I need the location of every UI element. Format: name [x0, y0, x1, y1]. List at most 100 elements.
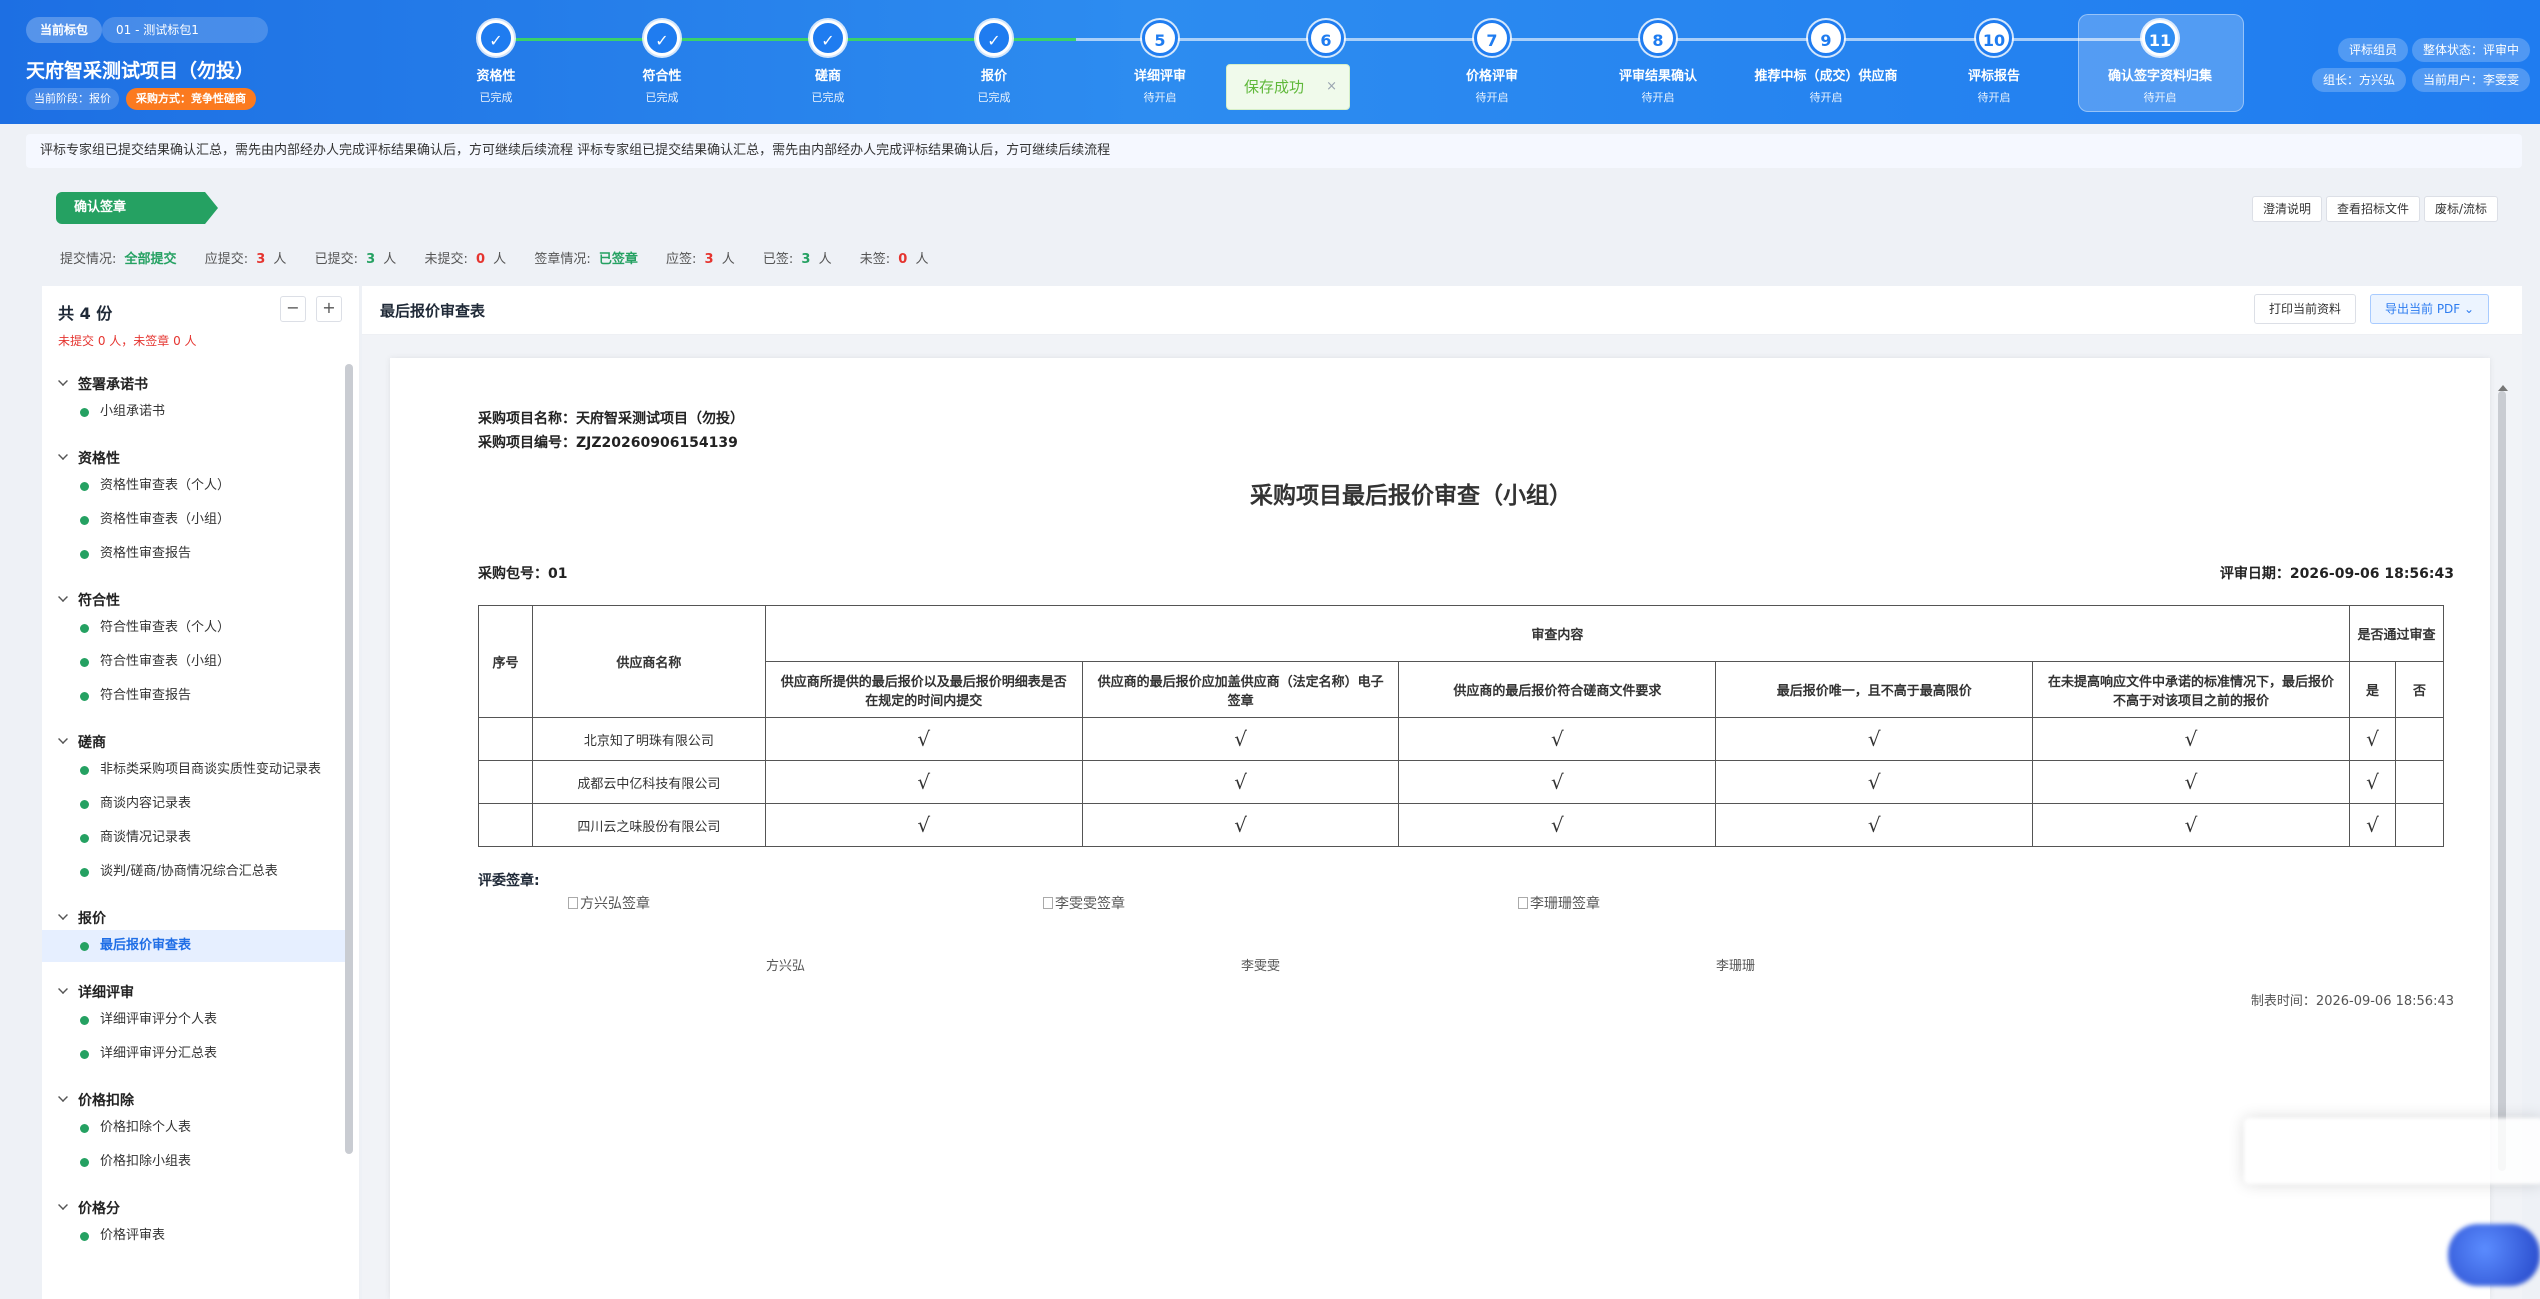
sidebar-item-label: 详细评审评分个人表 [100, 1012, 218, 1027]
step-3[interactable]: ✓ 磋商 已完成 [753, 20, 903, 105]
sidebar-group[interactable]: 资格性 [58, 448, 120, 468]
sidebar-group[interactable]: 报价 [58, 908, 106, 928]
sidebar-item[interactable]: 资格性审查报告 [42, 538, 346, 570]
pass-yes-header: 是 [2348, 661, 2396, 718]
sidebar-item[interactable]: 符合性审查报告 [42, 680, 346, 712]
assistant-ball-icon[interactable] [2448, 1224, 2540, 1286]
stat-label: 已签: [762, 252, 794, 267]
sidebar-group[interactable]: 符合性 [58, 590, 120, 610]
sidebar-item-label: 详细评审评分汇总表 [100, 1046, 218, 1061]
signature-alt: 李雯雯签章 [1055, 896, 1125, 912]
clarify-button[interactable]: 澄清说明 [2252, 196, 2323, 222]
supplier-name: 成都云中亿科技有限公司 [531, 760, 766, 804]
sidebar-item[interactable]: 商谈情况记录表 [42, 822, 346, 854]
table-row: 四川云之味股份有限公司 √ √ √ √ √ √ [478, 803, 2445, 847]
step-2[interactable]: ✓ 符合性 已完成 [587, 20, 737, 105]
toast-message: 保存成功 [1244, 78, 1305, 96]
broken-image-icon [1518, 897, 1528, 909]
step-8[interactable]: 8 评审结果确认 待开启 [1583, 20, 1733, 105]
step-label: 评标报告 [1967, 69, 2020, 84]
sidebar-item[interactable]: 商谈内容记录表 [42, 788, 346, 820]
stat-value: 0 [475, 252, 486, 267]
review-table: 序号 供应商名称 审查内容 是否通过审查 供应商所提供的最后报价以及最后报价明细… [478, 605, 2445, 847]
step-11[interactable]: 11 确认签字资料归集 待开启 [2085, 20, 2235, 105]
col-header-pass: 是否通过审查 [2348, 605, 2445, 662]
sidebar-item-label: 价格扣除个人表 [100, 1120, 192, 1135]
sidebar-item[interactable]: 价格扣除个人表 [42, 1112, 346, 1144]
chevron-down-icon [58, 1200, 68, 1210]
stat-value: 3 [801, 252, 811, 267]
sidebar-group[interactable]: 详细评审 [58, 982, 134, 1002]
overall-status-badge: 整体状态：评审中 [2412, 38, 2531, 62]
sidebar-item[interactable]: 详细评审评分汇总表 [42, 1038, 346, 1070]
sidebar-item[interactable]: 谈判/磋商/协商情况综合汇总表 [42, 856, 346, 888]
sidebar-group[interactable]: 签署承诺书 [58, 374, 148, 394]
step-6[interactable]: 6 [1251, 20, 1401, 65]
step-9[interactable]: 9 推荐中标（成交）供应商 待开启 [1751, 20, 1901, 105]
document-sidebar: 共 4 份 未提交 0 人，未签章 0 人 − + 签署承诺书 小组承诺书 资格性资… [42, 286, 360, 1299]
print-button[interactable]: 打印当前资料 [2254, 294, 2357, 324]
check-mark: √ [2032, 760, 2350, 804]
made-time: 制表时间：2026-09-06 18:56:43 [2250, 994, 2454, 1009]
step-circle: ✓ [478, 20, 514, 56]
check-mark: √ [1715, 760, 2034, 804]
step-4[interactable]: ✓ 报价 已完成 [919, 20, 1069, 105]
close-icon[interactable]: × [1326, 65, 1337, 109]
sidebar-item[interactable]: 符合性审查表（个人） [42, 612, 346, 644]
stat-value: 3 [256, 252, 266, 267]
sidebar-item-label: 价格评审表 [100, 1228, 166, 1243]
status-dot-icon [80, 516, 89, 525]
step-5[interactable]: 5 详细评审 待开启 [1085, 20, 1235, 105]
step-status: 待开启 [1809, 91, 1843, 104]
step-status: 已完成 [479, 91, 513, 104]
step-label: 评审结果确认 [1618, 69, 1697, 84]
document-scrollbar[interactable] [2498, 391, 2506, 1171]
check-mark: √ [1081, 717, 1400, 761]
scroll-up-icon[interactable] [2498, 385, 2508, 391]
sidebar-item[interactable]: 资格性审查表（小组） [42, 504, 346, 536]
pass-no-header: 否 [2394, 661, 2445, 718]
sidebar-scrollbar[interactable] [345, 364, 353, 1154]
sidebar-group-label: 价格分 [78, 1201, 120, 1217]
check-mark: √ [764, 760, 1083, 804]
sidebar-group[interactable]: 价格分 [58, 1198, 120, 1218]
step-circle: 7 [1474, 20, 1510, 56]
expand-all-button[interactable]: + [316, 296, 342, 322]
step-10[interactable]: 10 评标报告 待开启 [1919, 20, 2069, 105]
sidebar-item[interactable]: 价格评审表 [42, 1220, 346, 1252]
sidebar-item[interactable]: 资格性审查表（个人） [42, 470, 346, 502]
sidebar-item[interactable]: 价格扣除小组表 [42, 1146, 346, 1178]
status-dot-icon [80, 482, 89, 491]
sidebar-group[interactable]: 磋商 [58, 732, 106, 752]
step-status: 已完成 [645, 91, 679, 104]
sidebar-group[interactable]: 价格扣除 [58, 1090, 134, 1110]
stat-label: 应提交: [204, 252, 249, 267]
floating-panel[interactable] [2244, 1118, 2540, 1184]
row-no [478, 717, 533, 761]
export-pdf-button[interactable]: 导出当前 PDF ⌄ [2370, 294, 2490, 324]
view-tender-files-button[interactable]: 查看招标文件 [2326, 196, 2421, 222]
package-selector[interactable]: 01 - 测试标包1 [102, 17, 268, 43]
col-header-no: 序号 [478, 605, 533, 718]
check-mark: √ [1715, 717, 2034, 761]
chevron-down-icon [58, 1092, 68, 1102]
submission-stats: 提交情况: 全部提交 应提交: 3 人 已提交: 3 人 未提交: 0 人 签章… [60, 248, 952, 267]
step-status: 待开启 [1475, 91, 1509, 104]
step-status: 待开启 [2143, 91, 2177, 104]
supplier-name: 四川云之味股份有限公司 [531, 803, 766, 847]
supplier-name: 北京知了明珠有限公司 [531, 717, 766, 761]
sidebar-group-label: 磋商 [78, 735, 106, 751]
sidebar-item[interactable]: 最后报价审查表 [42, 930, 346, 962]
status-dot-icon [80, 1158, 89, 1167]
abandon-tender-button[interactable]: 废标/流标 [2424, 196, 2499, 222]
step-1[interactable]: ✓ 资格性 已完成 [421, 20, 571, 105]
step-7[interactable]: 7 价格评审 待开启 [1417, 20, 1567, 105]
collapse-all-button[interactable]: − [280, 296, 306, 322]
status-dot-icon [80, 692, 89, 701]
review-title: 采购项目最后报价审查（小组） [1250, 483, 1572, 509]
sidebar-item[interactable]: 小组承诺书 [42, 396, 346, 428]
step-label: 详细评审 [1133, 69, 1186, 84]
sidebar-item[interactable]: 符合性审查表（小组） [42, 646, 346, 678]
sidebar-item[interactable]: 非标类采购项目商谈实质性变动记录表 [42, 754, 346, 786]
sidebar-item[interactable]: 详细评审评分个人表 [42, 1004, 346, 1036]
